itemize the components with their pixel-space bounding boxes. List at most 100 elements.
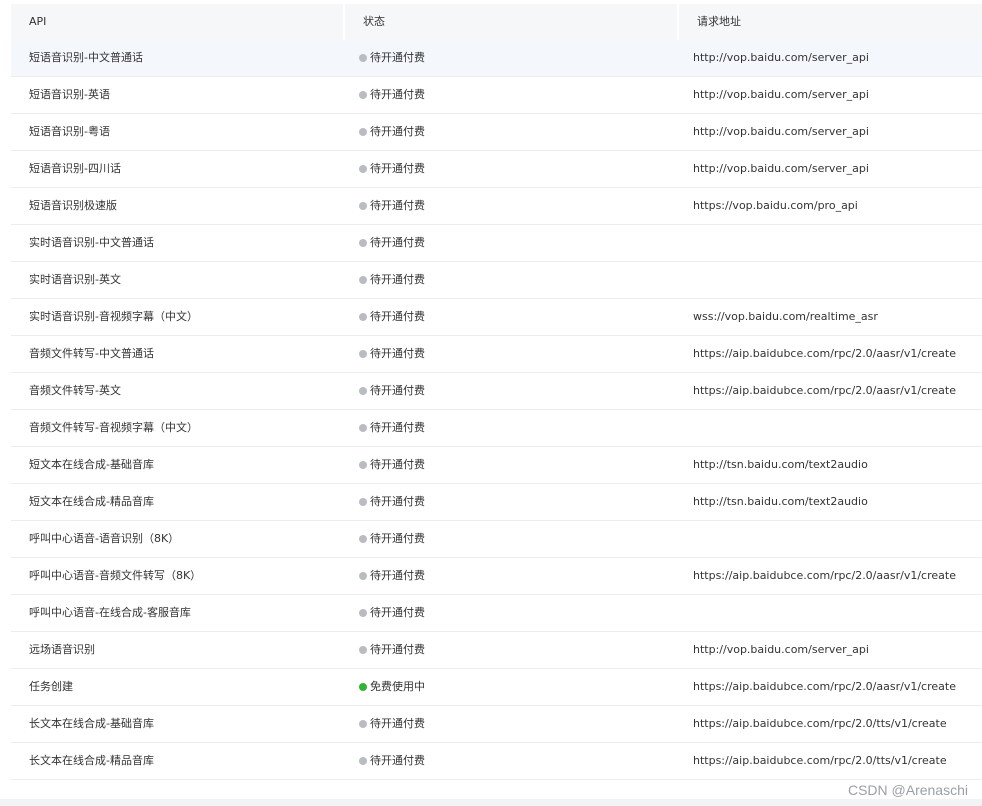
status-text: 待开通付费 (370, 125, 425, 138)
status-cell: 待开通付费 (345, 188, 679, 224)
api-name-cell: 短文本在线合成-精品音库 (29, 495, 154, 508)
status-cell: 待开通付费 (345, 632, 679, 668)
table-body: 短语音识别-中文普通话 待开通付费 http://vop.baidu.com/ser… (11, 40, 982, 780)
status-cell: 待开通付费 (345, 743, 679, 779)
status-cell: 待开通付费 (345, 521, 679, 557)
header-url: 请求地址 (697, 15, 741, 28)
status-cell: 待开通付费 (345, 151, 679, 187)
status-dot-icon (359, 720, 367, 728)
status-dot-icon (359, 202, 367, 210)
status-cell: 待开通付费 (345, 77, 679, 113)
request-url-cell (679, 262, 982, 298)
api-status-page: API 状态 请求地址 短语音识别-中文普通话 待开通付费 http://vop.b… (0, 0, 982, 806)
table-row: 实时语音识别-英文 待开通付费 (11, 262, 982, 299)
request-url-cell: https://aip.baidubce.com/rpc/2.0/tts/v1/… (693, 754, 947, 767)
status-text: 待开通付费 (370, 606, 425, 619)
status-text: 待开通付费 (370, 236, 425, 249)
api-name-cell: 呼叫中心语音-在线合成-客服音库 (29, 606, 191, 619)
request-url-cell (679, 521, 982, 557)
request-url-cell: http://vop.baidu.com/server_api (693, 51, 869, 64)
status-cell: 免费使用中 (345, 669, 679, 705)
request-url-cell: https://aip.baidubce.com/rpc/2.0/aasr/v1… (693, 680, 956, 693)
status-cell: 待开通付费 (345, 410, 679, 446)
status-dot-icon (359, 276, 367, 284)
status-dot-icon (359, 683, 367, 691)
table-row: 短语音识别-中文普通话 待开通付费 http://vop.baidu.com/ser… (11, 40, 982, 77)
api-name-cell: 音频文件转写-英文 (29, 384, 121, 397)
status-dot-icon (359, 461, 367, 469)
status-cell: 待开通付费 (345, 484, 679, 520)
api-name-cell: 短语音识别极速版 (29, 199, 117, 212)
api-name-cell: 短语音识别-中文普通话 (29, 51, 143, 64)
status-text: 待开通付费 (370, 310, 425, 323)
table-row: 短语音识别-英语 待开通付费 http://vop.baidu.com/server… (11, 77, 982, 114)
status-text: 待开通付费 (370, 532, 425, 545)
status-dot-icon (359, 646, 367, 654)
request-url-cell: https://vop.baidu.com/pro_api (693, 199, 858, 212)
table-header: API 状态 请求地址 (11, 4, 982, 40)
table-row: 长文本在线合成-基础音库 待开通付费 https://aip.baidubce.co… (11, 706, 982, 743)
api-name-cell: 短文本在线合成-基础音库 (29, 458, 154, 471)
status-cell: 待开通付费 (345, 595, 679, 631)
table-row: 实时语音识别-音视频字幕（中文） 待开通付费 wss://vop.baidu.com… (11, 299, 982, 336)
api-name-cell: 呼叫中心语音-语音识别（8K） (29, 532, 180, 545)
api-name-cell: 长文本在线合成-基础音库 (29, 717, 154, 730)
api-name-cell: 长文本在线合成-精品音库 (29, 754, 154, 767)
status-dot-icon (359, 757, 367, 765)
status-dot-icon (359, 387, 367, 395)
status-cell: 待开通付费 (345, 373, 679, 409)
status-cell: 待开通付费 (345, 299, 679, 335)
status-dot-icon (359, 165, 367, 173)
status-text: 待开通付费 (370, 569, 425, 582)
api-name-cell: 实时语音识别-音视频字幕（中文） (29, 310, 198, 323)
request-url-cell: http://vop.baidu.com/server_api (693, 88, 869, 101)
table-row: 长文本在线合成-精品音库 待开通付费 https://aip.baidubce.co… (11, 743, 982, 780)
status-text: 待开通付费 (370, 88, 425, 101)
request-url-cell: http://vop.baidu.com/server_api (693, 162, 869, 175)
api-name-cell: 短语音识别-粤语 (29, 125, 110, 138)
watermark: CSDN @Arenaschi (847, 782, 968, 798)
status-text: 待开通付费 (370, 347, 425, 360)
status-dot-icon (359, 128, 367, 136)
status-dot-icon (359, 91, 367, 99)
api-name-cell: 远场语音识别 (29, 643, 95, 656)
status-text: 待开通付费 (370, 421, 425, 434)
table-row: 呼叫中心语音-在线合成-客服音库 待开通付费 (11, 595, 982, 632)
api-name-cell: 呼叫中心语音-音频文件转写（8K） (29, 569, 202, 582)
request-url-cell: https://aip.baidubce.com/rpc/2.0/aasr/v1… (693, 569, 956, 582)
table-row: 音频文件转写-中文普通话 待开通付费 https://aip.baidubce.co… (11, 336, 982, 373)
status-cell: 待开通付费 (345, 336, 679, 372)
table-row: 呼叫中心语音-音频文件转写（8K） 待开通付费 https://aip.baidub… (11, 558, 982, 595)
status-dot-icon (359, 572, 367, 580)
status-dot-icon (359, 239, 367, 247)
api-name-cell: 音频文件转写-中文普通话 (29, 347, 154, 360)
api-table: API 状态 请求地址 短语音识别-中文普通话 待开通付费 http://vop.b… (11, 4, 982, 780)
table-row: 短文本在线合成-精品音库 待开通付费 http://tsn.baidu.com/te… (11, 484, 982, 521)
table-row: 任务创建 免费使用中 https://aip.baidubce.com/rpc/2.… (11, 669, 982, 706)
status-text: 待开通付费 (370, 273, 425, 286)
status-dot-icon (359, 350, 367, 358)
status-cell: 待开通付费 (345, 262, 679, 298)
status-text: 待开通付费 (370, 458, 425, 471)
status-text: 免费使用中 (370, 680, 425, 693)
status-cell: 待开通付费 (345, 40, 679, 76)
api-name-cell: 音频文件转写-音视频字幕（中文） (29, 421, 198, 434)
status-cell: 待开通付费 (345, 447, 679, 483)
table-row: 呼叫中心语音-语音识别（8K） 待开通付费 (11, 521, 982, 558)
api-name-cell: 实时语音识别-中文普通话 (29, 236, 154, 249)
status-dot-icon (359, 424, 367, 432)
status-dot-icon (359, 609, 367, 617)
status-dot-icon (359, 313, 367, 321)
status-text: 待开通付费 (370, 199, 425, 212)
request-url-cell: https://aip.baidubce.com/rpc/2.0/aasr/v1… (693, 384, 956, 397)
request-url-cell (679, 595, 982, 631)
request-url-cell: wss://vop.baidu.com/realtime_asr (693, 310, 878, 323)
table-row: 实时语音识别-中文普通话 待开通付费 (11, 225, 982, 262)
status-dot-icon (359, 535, 367, 543)
status-text: 待开通付费 (370, 754, 425, 767)
status-text: 待开通付费 (370, 643, 425, 656)
table-row: 短文本在线合成-基础音库 待开通付费 http://tsn.baidu.com/te… (11, 447, 982, 484)
footer-bar (0, 799, 982, 806)
table-row: 音频文件转写-音视频字幕（中文） 待开通付费 (11, 410, 982, 447)
status-text: 待开通付费 (370, 495, 425, 508)
